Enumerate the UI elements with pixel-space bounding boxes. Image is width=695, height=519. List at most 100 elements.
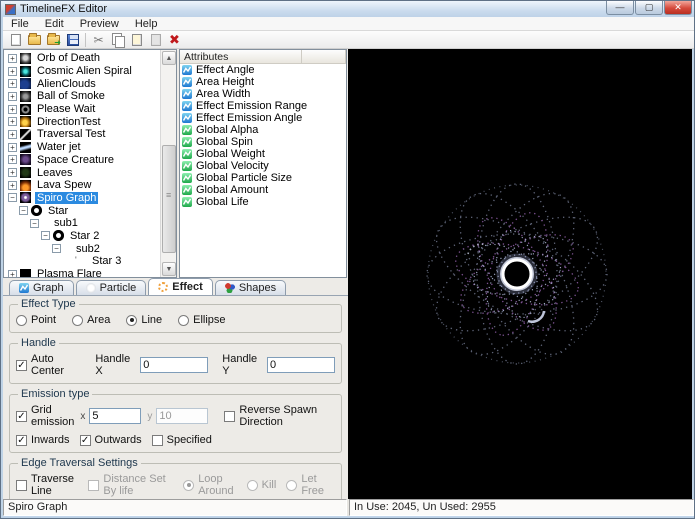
effect-type-radio-line[interactable]: Line (126, 314, 162, 326)
outwards-checkbox[interactable]: Outwards (80, 434, 142, 446)
expand-toggle[interactable]: + (8, 105, 17, 114)
radio-icon[interactable] (72, 315, 83, 326)
attribute-row[interactable]: Effect Emission Range (180, 100, 346, 112)
save-button[interactable] (63, 32, 82, 48)
tree-item[interactable]: 'Star 3 (4, 255, 159, 268)
expand-toggle[interactable]: + (8, 117, 17, 126)
handle-x-input[interactable] (140, 357, 208, 373)
maximize-button[interactable]: ▢ (635, 1, 663, 15)
inwards-checkbox[interactable]: Inwards (16, 434, 70, 446)
expand-toggle[interactable]: + (8, 270, 17, 278)
menu-item-file[interactable]: File (3, 18, 37, 30)
grid-emission-checkbox[interactable]: Grid emission (16, 404, 74, 428)
reverse-spawn-checkbox[interactable]: Reverse Spawn Direction (224, 404, 319, 428)
expand-toggle[interactable]: + (8, 92, 17, 101)
open-button[interactable] (25, 32, 44, 48)
checkbox-icon[interactable] (16, 480, 27, 491)
checkbox-icon[interactable] (16, 435, 27, 446)
expand-toggle[interactable]: − (19, 206, 28, 215)
effect-type-radio-ellipse[interactable]: Ellipse (178, 314, 225, 326)
scroll-down-arrow-icon[interactable]: ▼ (162, 262, 176, 276)
tree-item[interactable]: +Water jet (4, 141, 159, 154)
radio-icon[interactable] (126, 315, 137, 326)
tab-graph[interactable]: Graph (9, 280, 74, 295)
attribute-row[interactable]: Global Life (180, 196, 346, 208)
tree-item[interactable]: +Please Wait (4, 103, 159, 116)
attribute-row[interactable]: Area Height (180, 76, 346, 88)
tab-shapes[interactable]: Shapes (215, 280, 286, 295)
expand-toggle[interactable]: − (41, 231, 50, 240)
expand-toggle[interactable]: + (8, 67, 17, 76)
attribute-row[interactable]: Area Width (180, 88, 346, 100)
paste-special-button[interactable] (146, 32, 165, 48)
scroll-up-arrow-icon[interactable]: ▲ (162, 51, 176, 65)
tree-item[interactable]: +Cosmic Alien Spiral (4, 65, 159, 78)
expand-toggle[interactable]: + (8, 79, 17, 88)
tree-item[interactable]: +Lava Spew (4, 179, 159, 192)
close-button[interactable]: ✕ (664, 1, 692, 15)
grid-x-input[interactable] (89, 408, 141, 424)
expand-toggle[interactable]: + (8, 54, 17, 63)
expand-toggle[interactable]: + (8, 168, 17, 177)
attribute-row[interactable]: Global Velocity (180, 160, 346, 172)
expand-toggle[interactable]: + (8, 181, 17, 190)
traverse-line-checkbox[interactable]: Traverse Line (16, 473, 80, 497)
tree-item[interactable]: +Space Creature (4, 154, 159, 167)
menu-item-preview[interactable]: Preview (72, 18, 127, 30)
tree-item[interactable]: +Traversal Test (4, 128, 159, 141)
import-button[interactable] (44, 32, 63, 48)
attribute-row[interactable]: Global Amount (180, 184, 346, 196)
attribute-row[interactable]: Global Particle Size (180, 172, 346, 184)
grid-y-input[interactable] (156, 408, 208, 424)
expand-toggle[interactable]: − (52, 244, 61, 253)
attribute-row[interactable]: Effect Angle (180, 64, 346, 76)
cut-button[interactable]: ✂ (89, 32, 108, 48)
checkbox-icon[interactable] (16, 411, 27, 422)
attributes-column-header-empty[interactable] (302, 50, 346, 63)
expand-toggle[interactable]: + (8, 155, 17, 164)
expand-toggle[interactable]: − (8, 193, 17, 202)
tree-item[interactable]: +Ball of Smoke (4, 90, 159, 103)
checkbox-icon[interactable] (80, 435, 91, 446)
paste-button[interactable] (127, 32, 146, 48)
auto-center-checkbox[interactable]: Auto Center (16, 353, 79, 377)
effect-type-radio-point[interactable]: Point (16, 314, 56, 326)
copy-button[interactable] (108, 32, 127, 48)
tree-item[interactable]: +Plasma Flare (4, 268, 159, 278)
radio-icon[interactable] (178, 315, 189, 326)
tree-item[interactable]: −Star (4, 204, 159, 217)
checkbox-icon[interactable] (152, 435, 163, 446)
tab-particle[interactable]: Particle (76, 280, 147, 295)
tab-effect[interactable]: Effect (148, 278, 213, 295)
tree-item[interactable]: +AlienClouds (4, 77, 159, 90)
tree-item[interactable]: −Spiro Graph (4, 192, 159, 205)
specified-checkbox[interactable]: Specified (152, 434, 212, 446)
radio-icon[interactable] (16, 315, 27, 326)
menu-item-help[interactable]: Help (127, 18, 166, 30)
minimize-button[interactable]: — (606, 1, 634, 15)
attribute-row[interactable]: Global Weight (180, 148, 346, 160)
expand-toggle[interactable]: − (30, 219, 39, 228)
menu-item-edit[interactable]: Edit (37, 18, 72, 30)
tree-scrollbar[interactable]: ▲ ▼ (160, 50, 176, 277)
preview-viewport[interactable] (348, 49, 692, 499)
expand-toggle[interactable]: + (8, 143, 17, 152)
handle-y-input[interactable] (267, 357, 335, 373)
attribute-row[interactable]: Effect Emission Angle (180, 112, 346, 124)
attribute-row[interactable]: Global Spin (180, 136, 346, 148)
attributes-column-header[interactable]: Attributes (180, 50, 302, 63)
expand-toggle[interactable]: + (8, 130, 17, 139)
new-button[interactable] (6, 32, 25, 48)
tree-item[interactable]: −Star 2 (4, 230, 159, 243)
tree-item[interactable]: +Leaves (4, 166, 159, 179)
checkbox-icon[interactable] (224, 411, 235, 422)
tree-item[interactable]: +Orb of Death (4, 52, 159, 65)
scroll-thumb[interactable] (162, 145, 176, 253)
attribute-row[interactable]: Global Alpha (180, 124, 346, 136)
tree-item[interactable]: −sub2 (4, 242, 159, 255)
checkbox-icon[interactable] (16, 360, 27, 371)
effect-type-radio-area[interactable]: Area (72, 314, 110, 326)
delete-button[interactable]: ✖ (165, 32, 184, 48)
tree-item[interactable]: +DirectionTest (4, 115, 159, 128)
tree-item[interactable]: −sub1 (4, 217, 159, 230)
